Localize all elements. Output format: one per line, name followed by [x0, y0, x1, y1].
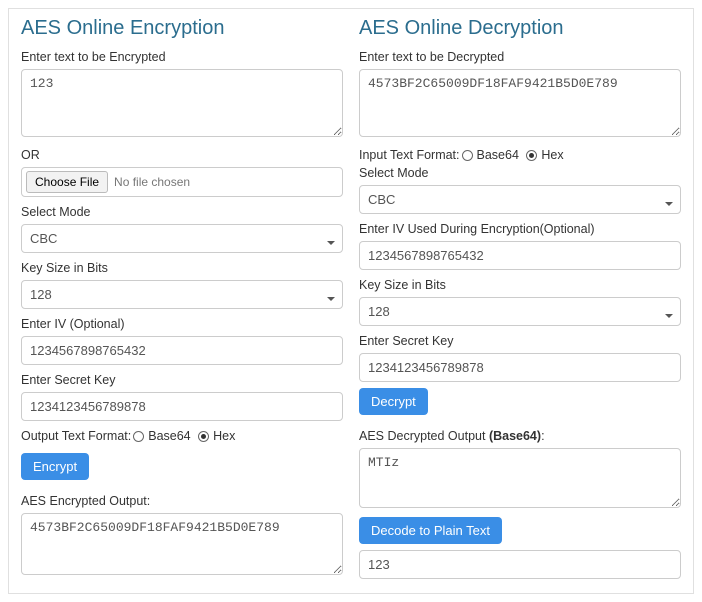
decrypt-button[interactable]: Decrypt [359, 388, 428, 415]
dec-keysize-select[interactable]: 128 [359, 297, 681, 326]
dec-output-label: AES Decrypted Output (Base64): [359, 429, 681, 443]
dec-input-format-label: Input Text Format: [359, 148, 460, 162]
enc-output-format-label: Output Text Format: [21, 429, 131, 443]
enc-input-label: Enter text to be Encrypted [21, 50, 343, 64]
choose-file-button[interactable]: Choose File [26, 171, 108, 193]
dec-secret-input[interactable] [359, 353, 681, 382]
enc-file-row: Choose File No file chosen [21, 167, 343, 197]
enc-mode-label: Select Mode [21, 205, 343, 219]
enc-iv-input[interactable] [21, 336, 343, 365]
enc-output-label: AES Encrypted Output: [21, 494, 343, 508]
enc-radio-hex[interactable] [198, 431, 209, 442]
dec-iv-input[interactable] [359, 241, 681, 270]
encryption-panel: AES Online Encryption Enter text to be E… [21, 17, 343, 579]
dec-iv-label: Enter IV Used During Encryption(Optional… [359, 222, 681, 236]
encryption-title: AES Online Encryption [21, 17, 343, 40]
enc-keysize-label: Key Size in Bits [21, 261, 343, 275]
dec-input-format-row: Input Text Format: Base64 Hex [359, 148, 681, 162]
dec-keysize-label: Key Size in Bits [359, 278, 681, 292]
enc-keysize-select[interactable]: 128 [21, 280, 343, 309]
dec-plain-output[interactable] [359, 550, 681, 579]
dec-radio-hex[interactable] [526, 150, 537, 161]
enc-secret-input[interactable] [21, 392, 343, 421]
dec-mode-label: Select Mode [359, 166, 681, 180]
dec-input-label: Enter text to be Decrypted [359, 50, 681, 64]
dec-output-textarea[interactable]: MTIz [359, 448, 681, 508]
dec-output-label-suffix: : [541, 429, 544, 443]
decode-button[interactable]: Decode to Plain Text [359, 517, 502, 544]
encrypt-button[interactable]: Encrypt [21, 453, 89, 480]
decryption-panel: AES Online Decryption Enter text to be D… [359, 17, 681, 579]
enc-or-label: OR [21, 148, 343, 162]
enc-output-format-row: Output Text Format: Base64 Hex [21, 429, 343, 443]
enc-secret-label: Enter Secret Key [21, 373, 343, 387]
enc-radio-hex-label: Hex [213, 429, 235, 443]
app-container: AES Online Encryption Enter text to be E… [8, 8, 694, 594]
decryption-title: AES Online Decryption [359, 17, 681, 40]
enc-input-textarea[interactable]: 123 [21, 69, 343, 137]
dec-output-label-prefix: AES Decrypted Output [359, 429, 489, 443]
dec-input-textarea[interactable]: 4573BF2C65009DF18FAF9421B5D0E789 [359, 69, 681, 137]
enc-iv-label: Enter IV (Optional) [21, 317, 343, 331]
no-file-text: No file chosen [114, 175, 190, 189]
enc-radio-base64[interactable] [133, 431, 144, 442]
dec-secret-label: Enter Secret Key [359, 334, 681, 348]
dec-output-label-bold: (Base64) [489, 429, 541, 443]
enc-output-textarea[interactable]: 4573BF2C65009DF18FAF9421B5D0E789 [21, 513, 343, 575]
enc-radio-base64-label: Base64 [148, 429, 190, 443]
dec-radio-base64[interactable] [462, 150, 473, 161]
enc-mode-select[interactable]: CBC [21, 224, 343, 253]
dec-radio-hex-label: Hex [541, 148, 563, 162]
dec-mode-select[interactable]: CBC [359, 185, 681, 214]
dec-radio-base64-label: Base64 [477, 148, 519, 162]
